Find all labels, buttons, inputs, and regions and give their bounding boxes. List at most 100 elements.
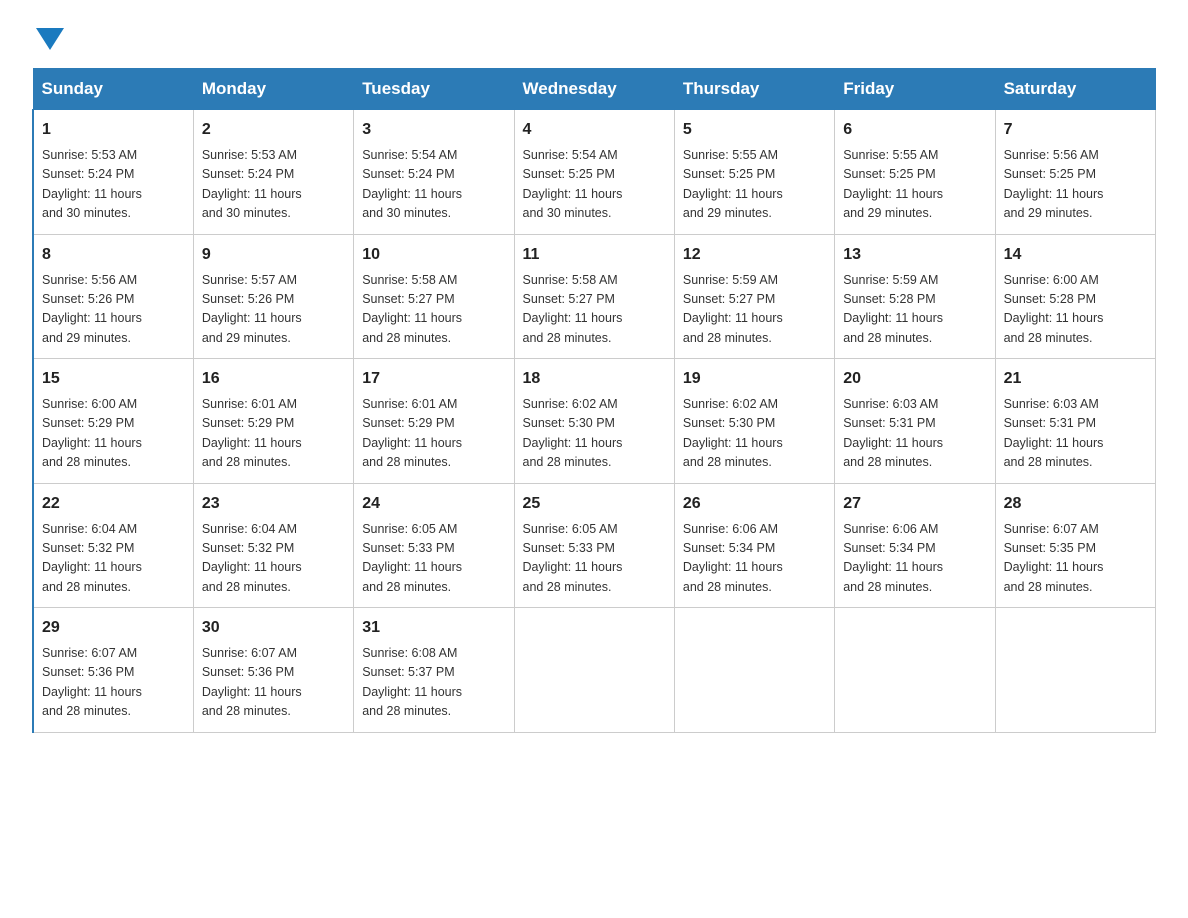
calendar-cell: 4 Sunrise: 5:54 AM Sunset: 5:25 PM Dayli…	[514, 110, 674, 235]
day-number: 4	[523, 118, 666, 142]
col-header-saturday: Saturday	[995, 69, 1155, 110]
calendar-cell: 22 Sunrise: 6:04 AM Sunset: 5:32 PM Dayl…	[33, 483, 193, 608]
calendar-cell: 11 Sunrise: 5:58 AM Sunset: 5:27 PM Dayl…	[514, 234, 674, 359]
calendar-cell: 29 Sunrise: 6:07 AM Sunset: 5:36 PM Dayl…	[33, 608, 193, 733]
day-info: Sunrise: 6:04 AM Sunset: 5:32 PM Dayligh…	[202, 520, 345, 598]
day-number: 31	[362, 616, 505, 640]
day-number: 10	[362, 243, 505, 267]
day-info: Sunrise: 5:59 AM Sunset: 5:28 PM Dayligh…	[843, 271, 986, 349]
calendar-cell: 25 Sunrise: 6:05 AM Sunset: 5:33 PM Dayl…	[514, 483, 674, 608]
calendar-cell: 14 Sunrise: 6:00 AM Sunset: 5:28 PM Dayl…	[995, 234, 1155, 359]
day-info: Sunrise: 6:02 AM Sunset: 5:30 PM Dayligh…	[683, 395, 826, 473]
page-header	[32, 24, 1156, 50]
day-number: 5	[683, 118, 826, 142]
day-number: 21	[1004, 367, 1147, 391]
calendar-cell	[514, 608, 674, 733]
day-info: Sunrise: 5:55 AM Sunset: 5:25 PM Dayligh…	[843, 146, 986, 224]
day-info: Sunrise: 5:54 AM Sunset: 5:24 PM Dayligh…	[362, 146, 505, 224]
calendar-cell: 13 Sunrise: 5:59 AM Sunset: 5:28 PM Dayl…	[835, 234, 995, 359]
day-info: Sunrise: 6:05 AM Sunset: 5:33 PM Dayligh…	[362, 520, 505, 598]
calendar-cell: 7 Sunrise: 5:56 AM Sunset: 5:25 PM Dayli…	[995, 110, 1155, 235]
day-info: Sunrise: 6:03 AM Sunset: 5:31 PM Dayligh…	[1004, 395, 1147, 473]
day-info: Sunrise: 5:59 AM Sunset: 5:27 PM Dayligh…	[683, 271, 826, 349]
day-number: 3	[362, 118, 505, 142]
col-header-sunday: Sunday	[33, 69, 193, 110]
day-number: 12	[683, 243, 826, 267]
calendar-cell: 21 Sunrise: 6:03 AM Sunset: 5:31 PM Dayl…	[995, 359, 1155, 484]
day-info: Sunrise: 6:01 AM Sunset: 5:29 PM Dayligh…	[362, 395, 505, 473]
week-row-5: 29 Sunrise: 6:07 AM Sunset: 5:36 PM Dayl…	[33, 608, 1156, 733]
day-number: 25	[523, 492, 666, 516]
day-number: 29	[42, 616, 185, 640]
week-row-3: 15 Sunrise: 6:00 AM Sunset: 5:29 PM Dayl…	[33, 359, 1156, 484]
day-info: Sunrise: 6:07 AM Sunset: 5:36 PM Dayligh…	[202, 644, 345, 722]
calendar-cell: 8 Sunrise: 5:56 AM Sunset: 5:26 PM Dayli…	[33, 234, 193, 359]
calendar-cell: 18 Sunrise: 6:02 AM Sunset: 5:30 PM Dayl…	[514, 359, 674, 484]
calendar-cell: 20 Sunrise: 6:03 AM Sunset: 5:31 PM Dayl…	[835, 359, 995, 484]
calendar-cell	[674, 608, 834, 733]
day-number: 14	[1004, 243, 1147, 267]
week-row-1: 1 Sunrise: 5:53 AM Sunset: 5:24 PM Dayli…	[33, 110, 1156, 235]
day-number: 2	[202, 118, 345, 142]
calendar-cell: 26 Sunrise: 6:06 AM Sunset: 5:34 PM Dayl…	[674, 483, 834, 608]
day-number: 22	[42, 492, 185, 516]
day-number: 26	[683, 492, 826, 516]
day-number: 24	[362, 492, 505, 516]
day-number: 30	[202, 616, 345, 640]
calendar-cell: 1 Sunrise: 5:53 AM Sunset: 5:24 PM Dayli…	[33, 110, 193, 235]
day-info: Sunrise: 5:57 AM Sunset: 5:26 PM Dayligh…	[202, 271, 345, 349]
day-number: 1	[42, 118, 185, 142]
day-number: 23	[202, 492, 345, 516]
day-info: Sunrise: 5:58 AM Sunset: 5:27 PM Dayligh…	[362, 271, 505, 349]
day-info: Sunrise: 5:53 AM Sunset: 5:24 PM Dayligh…	[202, 146, 345, 224]
day-number: 18	[523, 367, 666, 391]
col-header-tuesday: Tuesday	[354, 69, 514, 110]
day-number: 7	[1004, 118, 1147, 142]
calendar-cell: 2 Sunrise: 5:53 AM Sunset: 5:24 PM Dayli…	[193, 110, 353, 235]
calendar-body: 1 Sunrise: 5:53 AM Sunset: 5:24 PM Dayli…	[33, 110, 1156, 733]
day-info: Sunrise: 6:07 AM Sunset: 5:36 PM Dayligh…	[42, 644, 185, 722]
calendar-cell: 17 Sunrise: 6:01 AM Sunset: 5:29 PM Dayl…	[354, 359, 514, 484]
calendar-header: SundayMondayTuesdayWednesdayThursdayFrid…	[33, 69, 1156, 110]
calendar-cell: 5 Sunrise: 5:55 AM Sunset: 5:25 PM Dayli…	[674, 110, 834, 235]
calendar-cell: 9 Sunrise: 5:57 AM Sunset: 5:26 PM Dayli…	[193, 234, 353, 359]
day-info: Sunrise: 6:01 AM Sunset: 5:29 PM Dayligh…	[202, 395, 345, 473]
day-info: Sunrise: 5:54 AM Sunset: 5:25 PM Dayligh…	[523, 146, 666, 224]
day-info: Sunrise: 5:53 AM Sunset: 5:24 PM Dayligh…	[42, 146, 185, 224]
day-number: 9	[202, 243, 345, 267]
calendar-cell: 12 Sunrise: 5:59 AM Sunset: 5:27 PM Dayl…	[674, 234, 834, 359]
day-number: 15	[42, 367, 185, 391]
calendar-cell: 15 Sunrise: 6:00 AM Sunset: 5:29 PM Dayl…	[33, 359, 193, 484]
day-info: Sunrise: 6:06 AM Sunset: 5:34 PM Dayligh…	[683, 520, 826, 598]
col-header-monday: Monday	[193, 69, 353, 110]
day-info: Sunrise: 6:00 AM Sunset: 5:29 PM Dayligh…	[42, 395, 185, 473]
day-info: Sunrise: 5:56 AM Sunset: 5:25 PM Dayligh…	[1004, 146, 1147, 224]
day-number: 17	[362, 367, 505, 391]
calendar-cell: 10 Sunrise: 5:58 AM Sunset: 5:27 PM Dayl…	[354, 234, 514, 359]
col-header-friday: Friday	[835, 69, 995, 110]
week-row-2: 8 Sunrise: 5:56 AM Sunset: 5:26 PM Dayli…	[33, 234, 1156, 359]
day-number: 27	[843, 492, 986, 516]
day-info: Sunrise: 6:07 AM Sunset: 5:35 PM Dayligh…	[1004, 520, 1147, 598]
calendar-cell: 24 Sunrise: 6:05 AM Sunset: 5:33 PM Dayl…	[354, 483, 514, 608]
col-header-wednesday: Wednesday	[514, 69, 674, 110]
day-info: Sunrise: 5:56 AM Sunset: 5:26 PM Dayligh…	[42, 271, 185, 349]
calendar-cell: 28 Sunrise: 6:07 AM Sunset: 5:35 PM Dayl…	[995, 483, 1155, 608]
day-number: 28	[1004, 492, 1147, 516]
day-info: Sunrise: 6:02 AM Sunset: 5:30 PM Dayligh…	[523, 395, 666, 473]
day-info: Sunrise: 6:04 AM Sunset: 5:32 PM Dayligh…	[42, 520, 185, 598]
calendar-cell: 27 Sunrise: 6:06 AM Sunset: 5:34 PM Dayl…	[835, 483, 995, 608]
calendar-cell: 31 Sunrise: 6:08 AM Sunset: 5:37 PM Dayl…	[354, 608, 514, 733]
day-number: 6	[843, 118, 986, 142]
calendar-cell: 16 Sunrise: 6:01 AM Sunset: 5:29 PM Dayl…	[193, 359, 353, 484]
day-number: 13	[843, 243, 986, 267]
day-info: Sunrise: 5:58 AM Sunset: 5:27 PM Dayligh…	[523, 271, 666, 349]
calendar-cell: 6 Sunrise: 5:55 AM Sunset: 5:25 PM Dayli…	[835, 110, 995, 235]
day-number: 20	[843, 367, 986, 391]
calendar-cell	[995, 608, 1155, 733]
calendar-cell: 30 Sunrise: 6:07 AM Sunset: 5:36 PM Dayl…	[193, 608, 353, 733]
day-info: Sunrise: 6:03 AM Sunset: 5:31 PM Dayligh…	[843, 395, 986, 473]
week-row-4: 22 Sunrise: 6:04 AM Sunset: 5:32 PM Dayl…	[33, 483, 1156, 608]
day-info: Sunrise: 6:06 AM Sunset: 5:34 PM Dayligh…	[843, 520, 986, 598]
calendar-cell: 3 Sunrise: 5:54 AM Sunset: 5:24 PM Dayli…	[354, 110, 514, 235]
